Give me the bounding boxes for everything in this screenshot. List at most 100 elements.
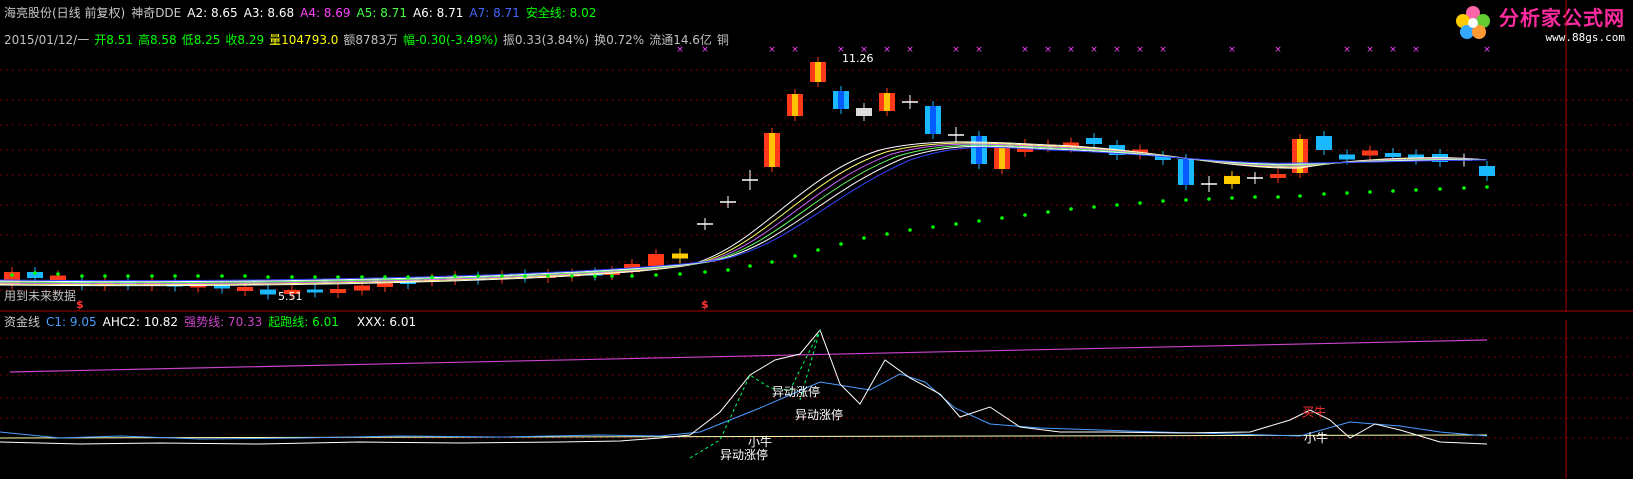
safe-dot xyxy=(313,275,317,279)
safe-dot xyxy=(885,232,889,236)
candle-body xyxy=(1479,166,1495,176)
annotation-limit-up-1: 异动涨停 xyxy=(772,385,821,399)
safe-dot xyxy=(1115,203,1119,207)
low-price-mark: 5.51 xyxy=(278,290,303,303)
safe-dot xyxy=(593,274,597,278)
safe-dot xyxy=(360,275,364,279)
candle-body xyxy=(1339,154,1355,160)
strong-line xyxy=(9,339,1488,373)
candle-body xyxy=(377,283,393,287)
safe-dot xyxy=(1069,207,1073,211)
candle-body xyxy=(354,285,370,291)
safe-dot xyxy=(500,274,504,278)
safe-dot xyxy=(954,222,958,226)
x-mark: × xyxy=(1136,45,1144,55)
x-mark: × xyxy=(791,45,799,55)
safe-dot xyxy=(908,228,912,232)
x-mark: × xyxy=(1366,45,1374,55)
candle-highlight xyxy=(884,93,890,111)
safe-dot xyxy=(336,275,340,279)
x-mark: × xyxy=(1274,45,1282,55)
candlesticks xyxy=(4,57,1495,300)
safe-dot xyxy=(1253,195,1257,199)
safe-dot xyxy=(1000,216,1004,220)
safe-dot xyxy=(56,272,60,276)
candle-body xyxy=(214,285,230,289)
x-mark: × xyxy=(1021,45,1029,55)
safe-dot xyxy=(33,271,37,275)
candle-body xyxy=(856,108,872,116)
safe-dot xyxy=(770,260,774,264)
x-mark: × xyxy=(701,45,709,55)
safe-dot xyxy=(570,274,574,278)
candle-highlight xyxy=(838,91,844,109)
safe-dot xyxy=(1138,201,1142,205)
candle-body xyxy=(1385,153,1401,157)
price-chart[interactable]: × × × × × × × × × × × × × × × × × × × × × × × × xyxy=(0,0,1633,312)
moving-average-lines xyxy=(0,141,1488,287)
safe-dot xyxy=(862,236,866,240)
safe-dot xyxy=(654,273,658,277)
safe-dot xyxy=(1046,210,1050,214)
candle-highlight xyxy=(792,94,798,116)
safe-dot xyxy=(1230,196,1234,200)
x-mark: × xyxy=(1343,45,1351,55)
safe-dot xyxy=(150,274,154,278)
safe-dot xyxy=(126,274,130,278)
safe-dot xyxy=(196,274,200,278)
candle-body xyxy=(1270,174,1286,178)
candle-highlight xyxy=(815,62,821,82)
safe-dot xyxy=(1368,190,1372,194)
dollar-signal-1: $ xyxy=(76,298,84,311)
candle-body xyxy=(50,275,66,281)
x-mark: × xyxy=(1090,45,1098,55)
candle-body xyxy=(1086,138,1102,144)
safe-dot xyxy=(977,219,981,223)
safe-dot xyxy=(406,275,410,279)
candle-body xyxy=(1362,150,1378,156)
x-mark: × xyxy=(676,45,684,55)
annotation-bull-1: 小牛 xyxy=(748,435,773,449)
top-x-marks: × × × × × × × × × × × × × × × × × × × × × × × × xyxy=(676,45,1491,55)
candle-body xyxy=(1316,136,1332,150)
x-mark: × xyxy=(975,45,983,55)
candle-body xyxy=(307,289,323,293)
safe-dot xyxy=(1207,197,1211,201)
x-mark: × xyxy=(1389,45,1397,55)
candle-body xyxy=(672,253,688,259)
safe-dot xyxy=(430,275,434,279)
x-mark: × xyxy=(768,45,776,55)
safe-dot xyxy=(1276,195,1280,199)
safe-dot xyxy=(748,264,752,268)
safe-dot xyxy=(678,272,682,276)
future-data-warning: 用到未来数据 xyxy=(4,289,77,303)
safe-dot xyxy=(1485,185,1489,189)
safe-dot xyxy=(630,274,634,278)
safe-dot xyxy=(839,242,843,246)
safe-dot xyxy=(1184,198,1188,202)
x-mark: × xyxy=(952,45,960,55)
candle-highlight xyxy=(769,133,775,167)
safe-dot xyxy=(816,248,820,252)
safe-dot xyxy=(383,275,387,279)
safe-dot xyxy=(290,275,294,279)
x-mark: × xyxy=(883,45,891,55)
candle-highlight xyxy=(976,136,982,164)
safe-dot xyxy=(1322,192,1326,196)
safe-dot xyxy=(1161,199,1165,203)
candle-body xyxy=(648,254,664,266)
dollar-signal-2: $ xyxy=(701,298,709,311)
safe-dot xyxy=(1023,213,1027,217)
safe-dot xyxy=(1391,189,1395,193)
safe-dot xyxy=(10,273,14,277)
x-mark: × xyxy=(1067,45,1075,55)
candle-highlight xyxy=(1183,159,1189,185)
x-mark: × xyxy=(906,45,914,55)
safe-dot xyxy=(931,225,935,229)
safe-dot xyxy=(703,270,707,274)
safe-dot xyxy=(546,274,550,278)
safe-dot xyxy=(80,274,84,278)
candle-body xyxy=(1224,176,1240,184)
safe-dot xyxy=(726,268,730,272)
x-mark: × xyxy=(1044,45,1052,55)
